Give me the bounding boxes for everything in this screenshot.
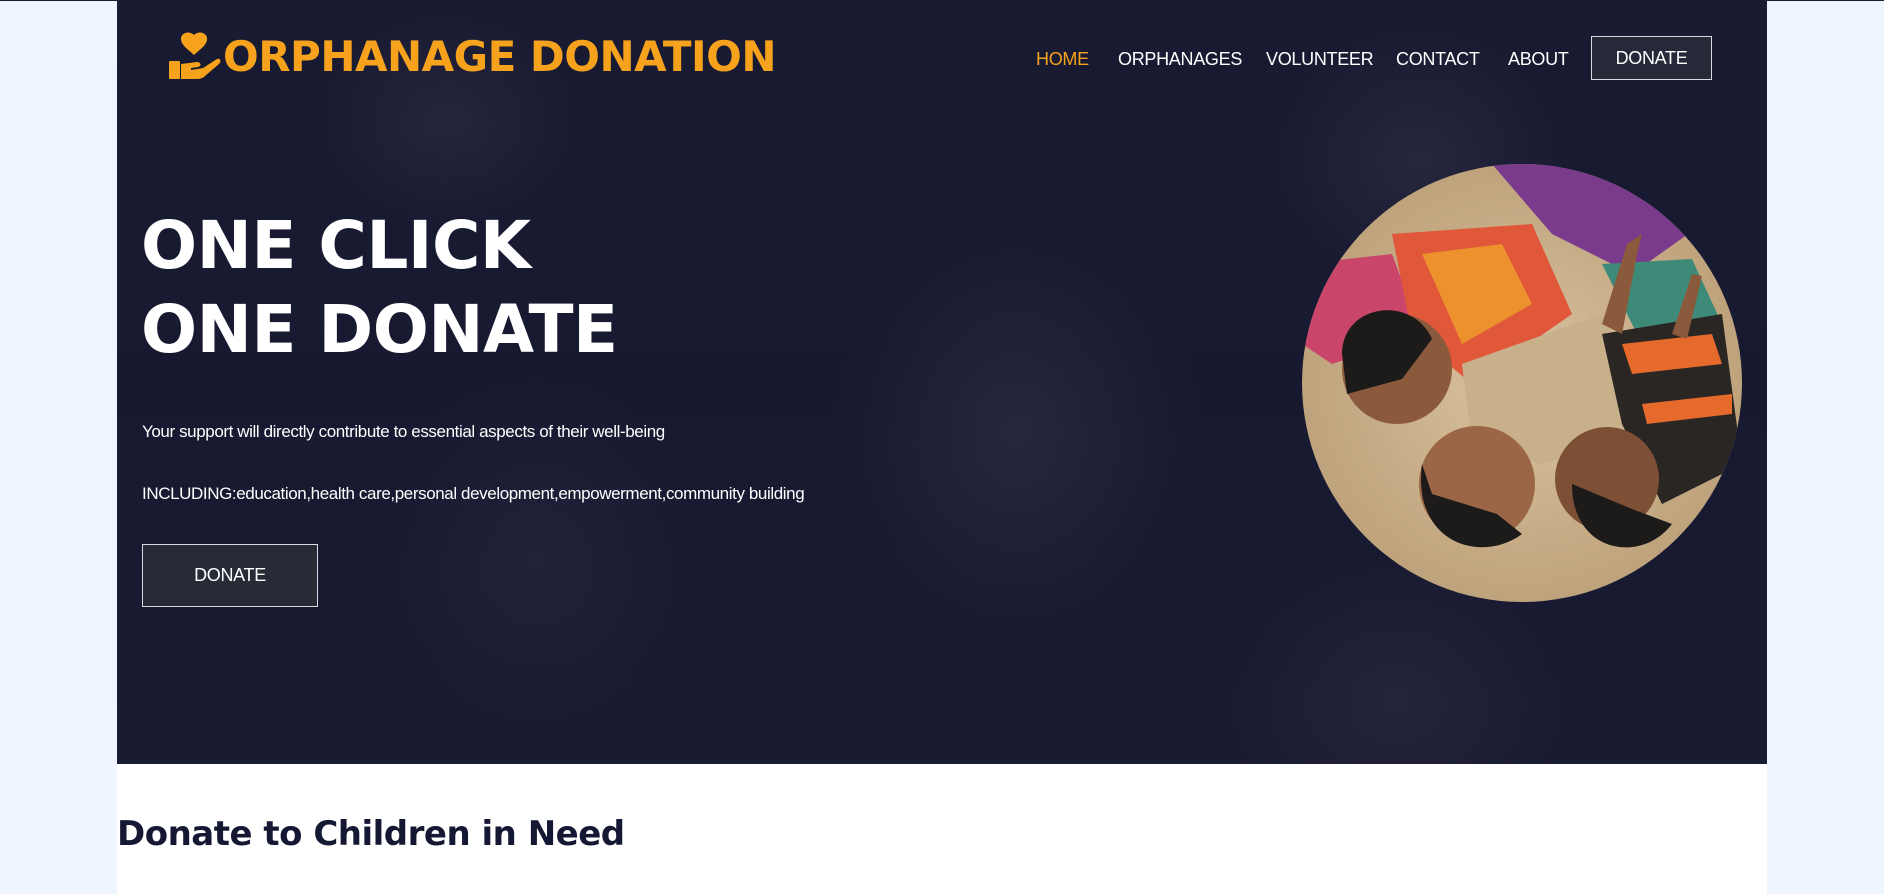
hero-headline-line-2: ONE DONATE [141,291,618,368]
hero-donate-button[interactable]: DONATE [142,544,318,607]
hero-headline-line-1: ONE CLICK [141,207,531,284]
nav-donate-button[interactable]: DONATE [1591,36,1712,80]
hero-subtext-including: INCLUDING:education,health care,personal… [142,484,805,503]
nav-item-about[interactable]: ABOUT [1508,49,1569,70]
nav-item-contact[interactable]: CONTACT [1396,49,1480,70]
hero-headline: ONE CLICK ONE DONATE [141,204,618,372]
nav-item-volunteer[interactable]: VOLUNTEER [1266,49,1374,70]
page-container: ORPHANAGE DONATION HOME ORPHANAGES VOLUN… [117,1,1767,894]
nav-item-home[interactable]: HOME [1036,49,1089,70]
main-navigation: HOME ORPHANAGES VOLUNTEER CONTACT ABOUT … [117,36,1767,82]
children-photo-illustration [1302,164,1742,602]
nav-item-orphanages[interactable]: ORPHANAGES [1118,49,1242,70]
section-title: Donate to Children in Need [117,814,625,854]
hero-section: ORPHANAGE DONATION HOME ORPHANAGES VOLUN… [117,1,1767,764]
children-photo [1302,164,1742,602]
hero-subtext-support: Your support will directly contribute to… [142,422,665,441]
